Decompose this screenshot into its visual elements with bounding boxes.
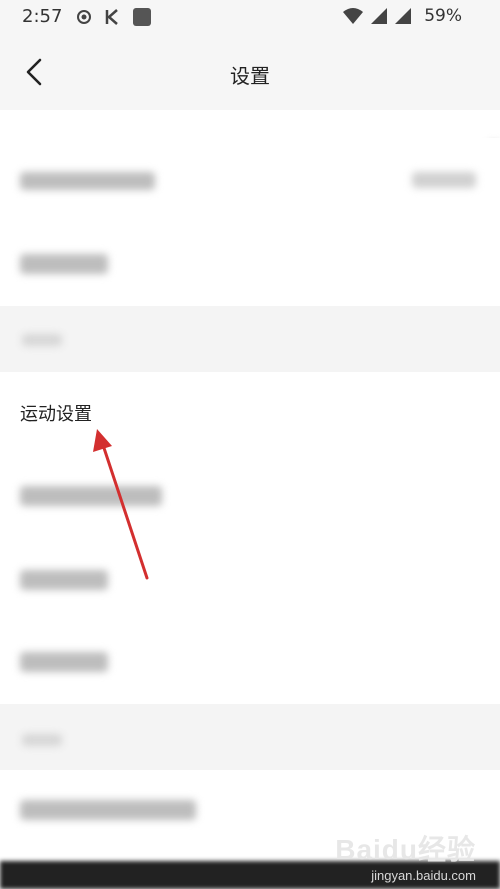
app-k-icon (105, 9, 118, 25)
blurred-label (20, 254, 108, 274)
app-square-icon (133, 8, 151, 26)
settings-row-sport[interactable]: 运动设置 (0, 372, 500, 456)
watermark: Baidu经验 jingyan.baidu.com (335, 828, 476, 883)
nav-bar: 设置 (0, 36, 500, 110)
signal-icon (371, 8, 388, 24)
status-time: 2:57 (22, 6, 63, 27)
blurred-label (20, 800, 196, 820)
wifi-icon (343, 8, 364, 24)
watermark-logo: Baidu经验 (335, 834, 476, 865)
blurred-label (20, 486, 162, 506)
blurred-section-label (22, 734, 62, 746)
signal-icon-2 (395, 8, 412, 24)
blurred-label (20, 570, 108, 590)
battery-level: 59% (424, 6, 462, 26)
settings-row-blurred-2[interactable] (0, 222, 500, 306)
section-header-blurred-2 (0, 704, 500, 770)
blurred-section-label (22, 334, 62, 346)
settings-row-blurred-4[interactable] (0, 540, 500, 624)
location-icon (77, 10, 91, 24)
status-icons-left (76, 7, 152, 27)
settings-row-blurred-1[interactable] (0, 138, 500, 222)
settings-row-blurred-5[interactable] (0, 624, 500, 704)
status-icons-right: 59% (342, 6, 462, 26)
watermark-url: jingyan.baidu.com (371, 868, 476, 883)
settings-row-blurred-3[interactable] (0, 456, 500, 540)
section-header-blurred (0, 306, 500, 372)
settings-row-label: 运动设置 (20, 404, 92, 425)
blurred-label (20, 652, 108, 672)
status-bar: 2:57 59% (0, 0, 500, 36)
page-title: 设置 (230, 64, 270, 88)
blurred-label (20, 172, 155, 190)
blurred-value (412, 172, 476, 188)
